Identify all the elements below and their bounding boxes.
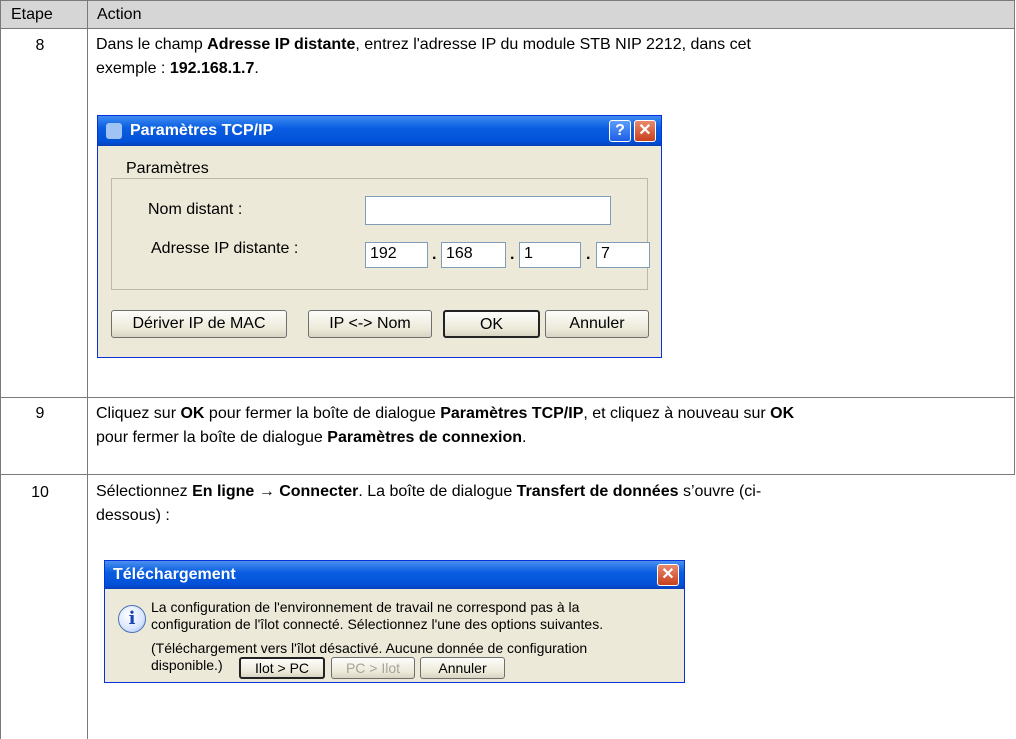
ip-name-button[interactable]: IP <-> Nom (308, 310, 432, 338)
row-divider-8-9 (0, 397, 1015, 398)
message-line-4: disponible.) (151, 657, 223, 673)
column-divider (87, 0, 88, 739)
ip-dot-2: . (510, 246, 515, 263)
table-border-left (0, 0, 1, 739)
cancel-button[interactable]: Annuler (420, 657, 505, 679)
remote-name-label: Nom distant : (148, 201, 243, 218)
step-number-8: 8 (35, 37, 45, 54)
parameters-group-label: Paramètres (118, 160, 217, 178)
help-button[interactable]: ? (609, 120, 631, 142)
tcpip-dialog-titlebar[interactable]: Paramètres TCP/IP ? ✕ (98, 116, 661, 146)
ip-dot-1: . (432, 246, 437, 263)
header-action: Action (97, 6, 142, 23)
ip-octet-3-input[interactable]: 1 (519, 242, 581, 268)
step-10-line-1: Sélectionnez En ligne → Connecter. La bo… (96, 483, 762, 500)
ok-button[interactable]: OK (443, 310, 540, 338)
message-line-1: La configuration de l'environnement de t… (151, 599, 580, 615)
step-8-line-2: exemple : 192.168.1.7. (96, 60, 259, 77)
step-8-line-1: Dans le champ Adresse IP distante, entre… (96, 36, 751, 53)
info-icon: i (118, 605, 146, 633)
parameters-group (111, 178, 648, 290)
pc-to-island-button[interactable]: PC > Ilot (331, 657, 415, 679)
island-to-pc-button[interactable]: Ilot > PC (239, 657, 325, 679)
derive-ip-from-mac-button[interactable]: Dériver IP de MAC (111, 310, 287, 338)
remote-ip-label: Adresse IP distante : (151, 240, 299, 257)
table-border-right (1014, 0, 1015, 475)
remote-name-input[interactable] (365, 196, 611, 225)
ip-octet-2-input[interactable]: 168 (441, 242, 506, 268)
tcpip-dialog-title: Paramètres TCP/IP (130, 122, 274, 139)
step-10-line-2: dessous) : (96, 507, 170, 524)
tcpip-dialog: Paramètres TCP/IP ? ✕ Paramètres Nom dis… (97, 115, 662, 358)
step-9-line-1: Cliquez sur OK pour fermer la boîte de d… (96, 405, 795, 422)
ip-octet-1-input[interactable]: 192 (365, 242, 428, 268)
download-dialog: Téléchargement ✕ i La configuration de l… (104, 560, 685, 683)
header-step: Etape (11, 6, 53, 23)
message-line-2: configuration de l'îlot connecté. Sélect… (151, 616, 604, 632)
network-app-icon (106, 123, 122, 139)
cancel-button[interactable]: Annuler (545, 310, 649, 338)
ip-octet-4-input[interactable]: 7 (596, 242, 650, 268)
step-9-line-2: pour fermer la boîte de dialogue Paramèt… (96, 429, 527, 446)
download-dialog-title: Téléchargement (113, 566, 236, 583)
step-number-10: 10 (31, 484, 49, 501)
step-number-9: 9 (35, 405, 45, 422)
close-button[interactable]: ✕ (634, 120, 656, 142)
download-dialog-titlebar[interactable]: Téléchargement ✕ (105, 561, 684, 589)
row-divider-9-10 (0, 474, 1015, 475)
table-header: Etape Action (0, 0, 1015, 29)
ip-dot-3: . (586, 246, 591, 263)
message-line-3: (Téléchargement vers l'îlot désactivé. A… (151, 640, 588, 656)
procedure-table: Etape Action 8 Dans le champ Adresse IP … (0, 0, 1016, 739)
close-button[interactable]: ✕ (657, 564, 679, 586)
